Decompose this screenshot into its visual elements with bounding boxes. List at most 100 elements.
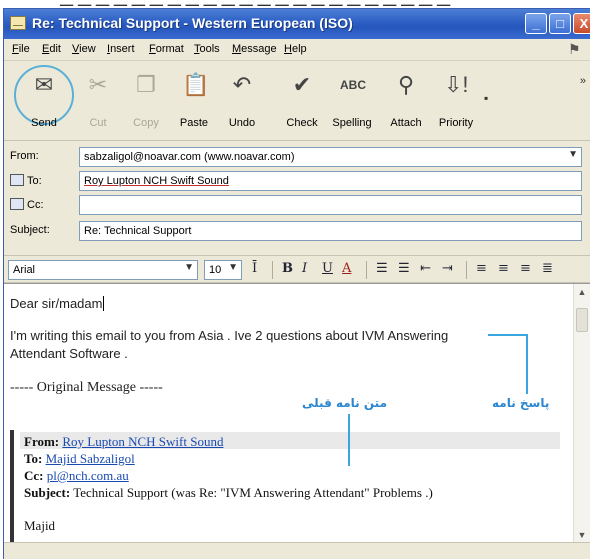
decrease-indent-icon[interactable]: ⇤ bbox=[420, 261, 431, 279]
annotation-reply: پاسخ نامه bbox=[492, 396, 550, 410]
chevron-down-icon[interactable]: ▼ bbox=[568, 149, 578, 160]
windows-logo-icon: ⚑ bbox=[568, 41, 581, 57]
window-title: Re: Technical Support - Western European… bbox=[32, 15, 353, 31]
menu-tools[interactable]: Tools bbox=[194, 43, 220, 55]
toolbar-overflow-icon[interactable]: » bbox=[580, 75, 586, 87]
paste-icon: 📋 bbox=[182, 72, 210, 97]
copy-button[interactable]: ❐ Copy bbox=[122, 67, 170, 131]
menu-format[interactable]: Format bbox=[149, 43, 184, 55]
quoted-to-link[interactable]: Majid Sabzaligol bbox=[46, 451, 135, 466]
formatting-toolbar: Arial ▼ 10 ▼ Ī B I U A ☰ ☰ ⇤ ⇥ ≡ ≡ ≡ ≣ bbox=[4, 255, 590, 283]
check-names-icon: ✔ bbox=[292, 72, 312, 97]
maximize-button[interactable]: □ bbox=[549, 13, 571, 34]
annotation-line bbox=[348, 414, 350, 466]
italic-icon[interactable]: I bbox=[302, 261, 307, 279]
subject-field[interactable]: Re: Technical Support bbox=[79, 221, 582, 241]
numbered-list-icon[interactable]: ☰ bbox=[376, 261, 388, 279]
cc-row: Cc: bbox=[4, 193, 590, 217]
menu-bar: File Edit View Insert Format Tools Messa… bbox=[4, 39, 590, 61]
priority-button[interactable]: ⇩! Priority bbox=[432, 67, 480, 131]
chevron-down-icon[interactable]: ▼ bbox=[184, 262, 194, 273]
paperclip-icon: ⚲ bbox=[397, 72, 415, 97]
undo-button[interactable]: ↶ Undo bbox=[218, 67, 266, 131]
menu-help[interactable]: Help bbox=[284, 43, 307, 55]
annotation-line bbox=[488, 334, 528, 336]
scissors-icon: ✂ bbox=[88, 72, 108, 97]
send-icon: ✉ bbox=[34, 72, 54, 97]
quoted-subject: Subject: Technical Support (was Re: "IVM… bbox=[24, 485, 433, 500]
scroll-up-icon[interactable]: ▲ bbox=[574, 284, 590, 300]
priority-icon: ⇩! bbox=[444, 72, 469, 97]
title-bar: Re: Technical Support - Western European… bbox=[4, 9, 590, 39]
toolbar: ✉ Send ✂ Cut ❐ Copy 📋 Paste ↶ Undo ✔ Che… bbox=[4, 61, 590, 141]
spelling-icon: ABC bbox=[340, 78, 366, 92]
separator bbox=[366, 261, 367, 279]
cc-field[interactable] bbox=[79, 195, 582, 215]
scroll-thumb[interactable] bbox=[576, 308, 588, 332]
font-size-select[interactable]: 10 ▼ bbox=[204, 260, 242, 280]
from-field[interactable]: sabzaligol@noavar.com (www.noavar.com) ▼ bbox=[79, 147, 582, 167]
annotation-line bbox=[526, 334, 528, 394]
priority-dropdown-icon[interactable]: ▪ bbox=[484, 91, 488, 105]
address-book-icon bbox=[10, 198, 24, 210]
text-cursor bbox=[103, 296, 105, 311]
quoted-to: To: Majid Sabzaligol bbox=[24, 451, 135, 466]
compose-window: Re: Technical Support - Western European… bbox=[3, 8, 590, 559]
message-header: From: sabzaligol@noavar.com (www.noavar.… bbox=[4, 141, 590, 273]
copy-icon: ❐ bbox=[136, 72, 156, 97]
paste-button[interactable]: 📋 Paste bbox=[170, 67, 218, 131]
menu-view[interactable]: View bbox=[72, 43, 96, 55]
bullet-list-icon[interactable]: ☰ bbox=[398, 261, 410, 279]
separator bbox=[272, 261, 273, 279]
font-color-icon[interactable]: A bbox=[342, 261, 351, 279]
menu-insert[interactable]: Insert bbox=[107, 43, 135, 55]
check-names-button[interactable]: ✔ Check bbox=[278, 67, 326, 131]
to-label[interactable]: To: bbox=[10, 174, 42, 187]
from-row: From: sabzaligol@noavar.com (www.noavar.… bbox=[4, 145, 590, 169]
send-button[interactable]: ✉ Send bbox=[20, 67, 68, 131]
annotation-previous: متن نامه قبلی bbox=[302, 396, 387, 410]
quote-bar bbox=[10, 430, 14, 543]
greeting-text: Dear sir/madam bbox=[10, 296, 105, 311]
underline-icon[interactable]: U bbox=[322, 261, 333, 279]
body-line-1: I'm writing this email to you from Asia … bbox=[10, 328, 449, 343]
attach-button[interactable]: ⚲ Attach bbox=[382, 67, 430, 131]
subject-label: Subject: bbox=[10, 224, 50, 236]
menu-edit[interactable]: Edit bbox=[42, 43, 61, 55]
quoted-cc-link[interactable]: pl@nch.com.au bbox=[47, 468, 129, 483]
scroll-down-icon[interactable]: ▼ bbox=[574, 527, 590, 543]
justify-icon[interactable]: ≣ bbox=[542, 261, 553, 279]
close-button[interactable]: X bbox=[573, 13, 590, 34]
vertical-scrollbar[interactable]: ▲ ▼ bbox=[573, 284, 590, 543]
chevron-down-icon[interactable]: ▼ bbox=[228, 262, 238, 273]
menu-file[interactable]: File bbox=[12, 43, 30, 55]
to-field[interactable]: Roy Lupton NCH Swift Sound bbox=[79, 171, 582, 191]
address-book-icon bbox=[10, 174, 24, 186]
align-center-icon[interactable]: ≡ bbox=[498, 261, 509, 279]
cc-label[interactable]: Cc: bbox=[10, 198, 44, 211]
body-line-2: Attendant Software . bbox=[10, 346, 128, 361]
spelling-button[interactable]: ABC Spelling bbox=[328, 67, 376, 131]
message-body[interactable]: ▲ ▼ Dear sir/madam I'm writing this emai… bbox=[4, 283, 590, 543]
from-label: From: bbox=[10, 150, 39, 162]
quoted-from-link[interactable]: Roy Lupton NCH Swift Sound bbox=[62, 434, 223, 449]
quoted-from: From: Roy Lupton NCH Swift Sound bbox=[24, 434, 224, 449]
to-row: To: Roy Lupton NCH Swift Sound bbox=[4, 169, 590, 193]
paragraph-style-icon[interactable]: Ī bbox=[252, 261, 257, 279]
align-left-icon[interactable]: ≡ bbox=[476, 261, 487, 279]
increase-indent-icon[interactable]: ⇥ bbox=[442, 261, 453, 279]
subject-row: Subject: Re: Technical Support bbox=[4, 219, 590, 243]
original-message-separator: ----- Original Message ----- bbox=[10, 380, 163, 395]
top-cut-text: ـــ ـــ ـــ ـــ ـــ ـــ ـــ ـــ ـــ ـــ … bbox=[0, 0, 590, 8]
bold-icon[interactable]: B bbox=[282, 261, 293, 279]
minimize-button[interactable]: _ bbox=[525, 13, 547, 34]
menu-message[interactable]: Message bbox=[232, 43, 277, 55]
undo-icon: ↶ bbox=[232, 72, 252, 97]
quoted-cc: Cc: pl@nch.com.au bbox=[24, 468, 129, 483]
cut-button[interactable]: ✂ Cut bbox=[74, 67, 122, 131]
font-select[interactable]: Arial ▼ bbox=[8, 260, 198, 280]
separator bbox=[466, 261, 467, 279]
quoted-signature: Majid bbox=[24, 518, 56, 533]
align-right-icon[interactable]: ≡ bbox=[520, 261, 531, 279]
status-bar bbox=[4, 542, 590, 559]
